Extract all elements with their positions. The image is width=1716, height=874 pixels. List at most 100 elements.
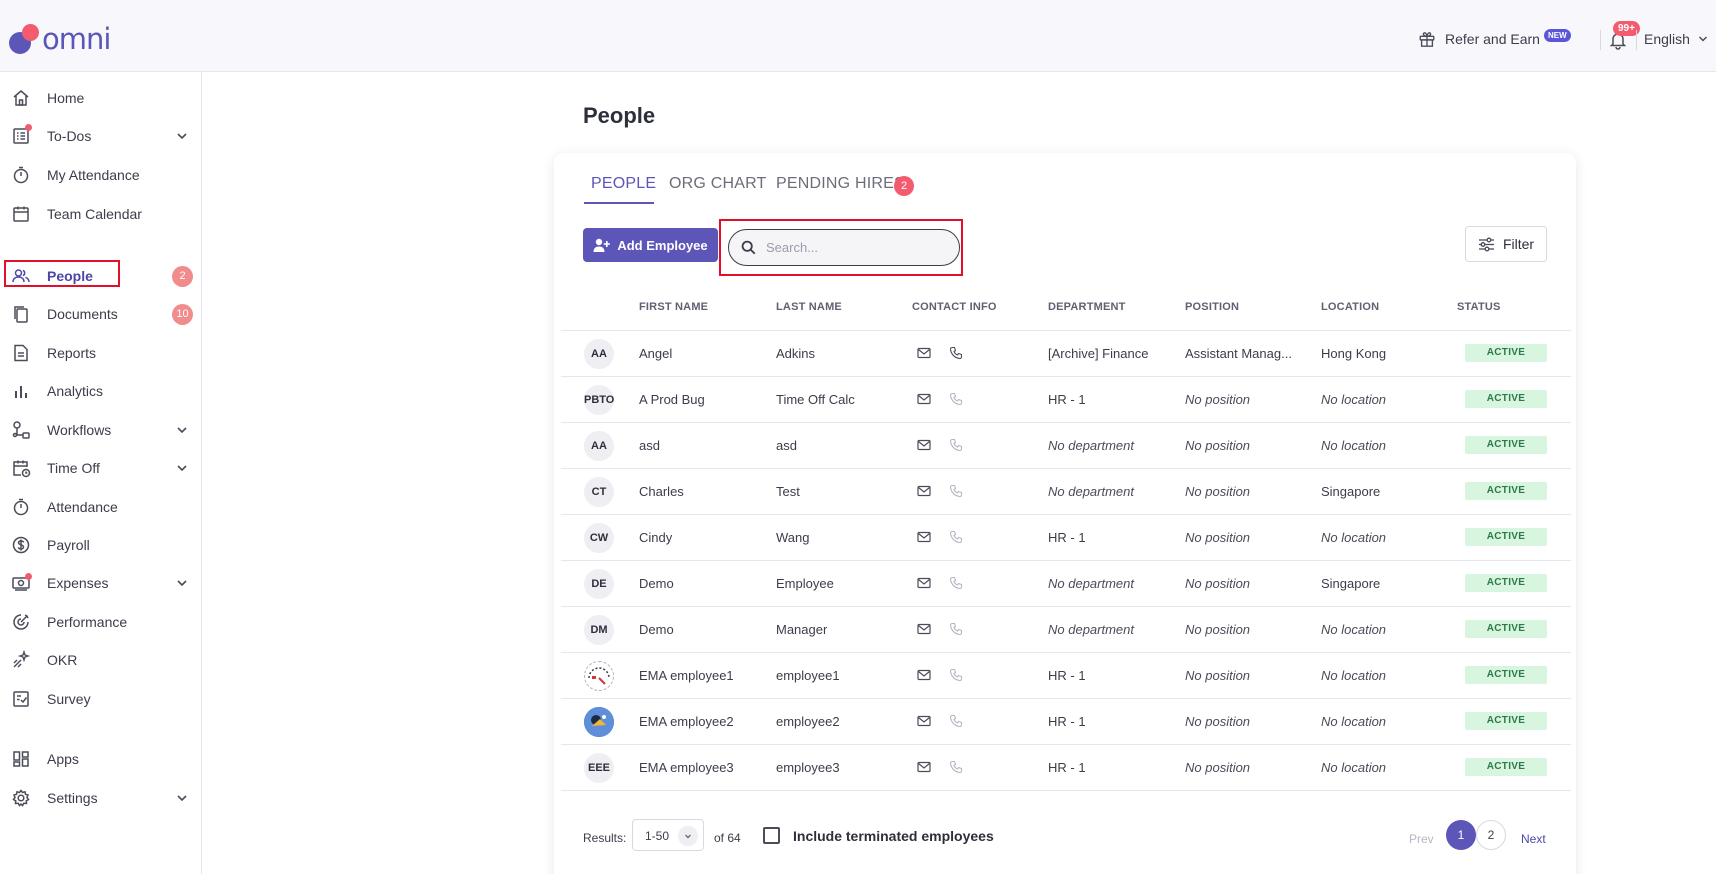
sidebar-item-expenses[interactable]: Expenses — [0, 568, 202, 598]
sidebar-item-workflows[interactable]: Workflows — [0, 415, 202, 445]
column-header-status[interactable]: STATUS — [1457, 301, 1501, 313]
sidebar-item-home[interactable]: Home — [0, 83, 202, 113]
email-icon[interactable] — [917, 576, 931, 590]
phone-icon[interactable] — [949, 530, 963, 544]
email-icon[interactable] — [917, 760, 931, 774]
email-icon[interactable] — [917, 714, 931, 728]
sidebar-item-survey[interactable]: Survey — [0, 684, 202, 714]
column-header-department[interactable]: DEPARTMENT — [1048, 301, 1126, 313]
email-icon[interactable] — [917, 668, 931, 682]
next-page-button[interactable]: Next — [1521, 832, 1546, 846]
table-row[interactable]: EEE EMA employee3 employee3 HR - 1 No positi… — [561, 745, 1571, 791]
sidebar-item-my-attendance[interactable]: My Attendance — [0, 160, 202, 190]
email-icon[interactable] — [917, 438, 931, 452]
email-icon[interactable] — [917, 530, 931, 544]
table-row[interactable]: CW Cindy Wang HR - 1 No position No location A… — [561, 515, 1571, 561]
column-header-position[interactable]: POSITION — [1185, 301, 1239, 313]
chevron-down-icon[interactable] — [176, 130, 188, 142]
include-terminated-label[interactable]: Include terminated employees — [793, 828, 994, 844]
omni-logo[interactable]: omni — [9, 22, 119, 56]
tab-pending-hires[interactable]: PENDING HIRES — [776, 175, 905, 193]
chevron-down-icon[interactable] — [176, 424, 188, 436]
sidebar-item-documents[interactable]: Documents 10 — [0, 299, 202, 329]
tab-people[interactable]: PEOPLE — [591, 175, 656, 193]
filter-label: Filter — [1502, 236, 1535, 252]
avatar[interactable]: CT — [584, 477, 614, 507]
sidebar-item-team-calendar[interactable]: Team Calendar — [0, 199, 202, 229]
table-row[interactable]: AA asd asd No department No position No locat… — [561, 423, 1571, 469]
column-header-last-name[interactable]: LAST NAME — [776, 301, 842, 313]
page-1-button[interactable]: 1 — [1446, 820, 1476, 850]
phone-icon[interactable] — [949, 484, 963, 498]
sidebar-item-to-dos[interactable]: To-Dos — [0, 121, 202, 151]
chevron-down-icon[interactable] — [176, 792, 188, 804]
position-cell: No position — [1185, 576, 1251, 591]
add-employee-button[interactable]: Add Employee — [583, 228, 718, 262]
column-header-location[interactable]: LOCATION — [1321, 301, 1379, 313]
table-row[interactable]: EMA employee2 employee2 HR - 1 No position N… — [561, 699, 1571, 745]
search-box[interactable] — [728, 229, 960, 266]
sidebar-item-analytics[interactable]: Analytics — [0, 376, 202, 406]
phone-icon[interactable] — [949, 622, 963, 636]
department-cell: HR - 1 — [1048, 714, 1086, 729]
phone-icon[interactable] — [949, 668, 963, 682]
sidebar-item-reports[interactable]: Reports — [0, 338, 202, 368]
filter-button[interactable]: Filter — [1465, 226, 1547, 262]
tab-org-chart[interactable]: ORG CHART — [669, 175, 767, 193]
avatar[interactable]: EEE — [584, 753, 614, 783]
prev-page-button[interactable]: Prev — [1409, 832, 1434, 846]
table-row[interactable]: EMA employee1 employee1 HR - 1 No position N… — [561, 653, 1571, 699]
per-page-dropdown-toggle[interactable] — [678, 826, 698, 846]
sidebar-item-performance[interactable]: Performance — [0, 607, 202, 637]
last-name-cell: Employee — [776, 576, 834, 591]
status-badge: ACTIVE — [1465, 666, 1547, 684]
page-2-button[interactable]: 2 — [1476, 820, 1506, 850]
column-header-contact-info: CONTACT INFO — [912, 301, 997, 313]
sidebar-item-attendance[interactable]: Attendance — [0, 492, 202, 522]
refer-and-earn-link[interactable]: Refer and Earn NEW — [1418, 28, 1571, 50]
sidebar-item-payroll[interactable]: Payroll — [0, 530, 202, 560]
email-icon[interactable] — [917, 392, 931, 406]
sidebar-item-apps[interactable]: Apps — [0, 744, 202, 774]
avatar[interactable] — [584, 707, 614, 737]
language-selector[interactable]: English — [1644, 31, 1708, 47]
sidebar: Home To-Dos My Attendance Team Calendar … — [0, 72, 202, 874]
phone-icon[interactable] — [949, 346, 963, 360]
avatar[interactable]: DE — [584, 569, 614, 599]
sidebar-item-okr[interactable]: OKR — [0, 645, 202, 675]
avatar[interactable]: CW — [584, 523, 614, 553]
table-row[interactable]: DM Demo Manager No department No position No … — [561, 607, 1571, 653]
email-icon[interactable] — [917, 484, 931, 498]
chevron-down-icon[interactable] — [176, 462, 188, 474]
chevron-down-icon[interactable] — [176, 577, 188, 589]
status-badge: ACTIVE — [1465, 712, 1547, 730]
phone-icon[interactable] — [949, 438, 963, 452]
phone-icon[interactable] — [949, 576, 963, 590]
sidebar-item-label: Workflows — [47, 422, 112, 438]
avatar[interactable]: DM — [584, 615, 614, 645]
table-row[interactable]: PBTO A Prod Bug Time Off Calc HR - 1 No posi… — [561, 377, 1571, 423]
table-row[interactable]: AA Angel Adkins [Archive] Finance Assistant … — [561, 331, 1571, 377]
per-page-select[interactable]: 1-50 — [632, 819, 704, 851]
avatar[interactable] — [584, 661, 614, 691]
email-icon[interactable] — [917, 346, 931, 360]
avatar[interactable]: AA — [584, 431, 614, 461]
search-input[interactable] — [766, 240, 946, 255]
sidebar-item-label: To-Dos — [47, 128, 92, 144]
avatar[interactable]: PBTO — [584, 385, 614, 415]
location-cell: No location — [1321, 668, 1387, 683]
phone-icon[interactable] — [949, 760, 963, 774]
sidebar-item-time-off[interactable]: Time Off — [0, 453, 202, 483]
phone-icon[interactable] — [949, 714, 963, 728]
top-bar: omni Refer and Earn NEW 99+ English — [0, 0, 1716, 72]
department-cell: No department — [1048, 438, 1134, 453]
email-icon[interactable] — [917, 622, 931, 636]
phone-icon[interactable] — [949, 392, 963, 406]
avatar[interactable]: AA — [584, 339, 614, 369]
include-terminated-checkbox[interactable] — [763, 827, 780, 844]
table-row[interactable]: DE Demo Employee No department No position Si… — [561, 561, 1571, 607]
results-label: Results: — [583, 831, 627, 845]
column-header-first-name[interactable]: FIRST NAME — [639, 301, 708, 313]
table-row[interactable]: CT Charles Test No department No position Sin… — [561, 469, 1571, 515]
sidebar-item-settings[interactable]: Settings — [0, 783, 202, 813]
